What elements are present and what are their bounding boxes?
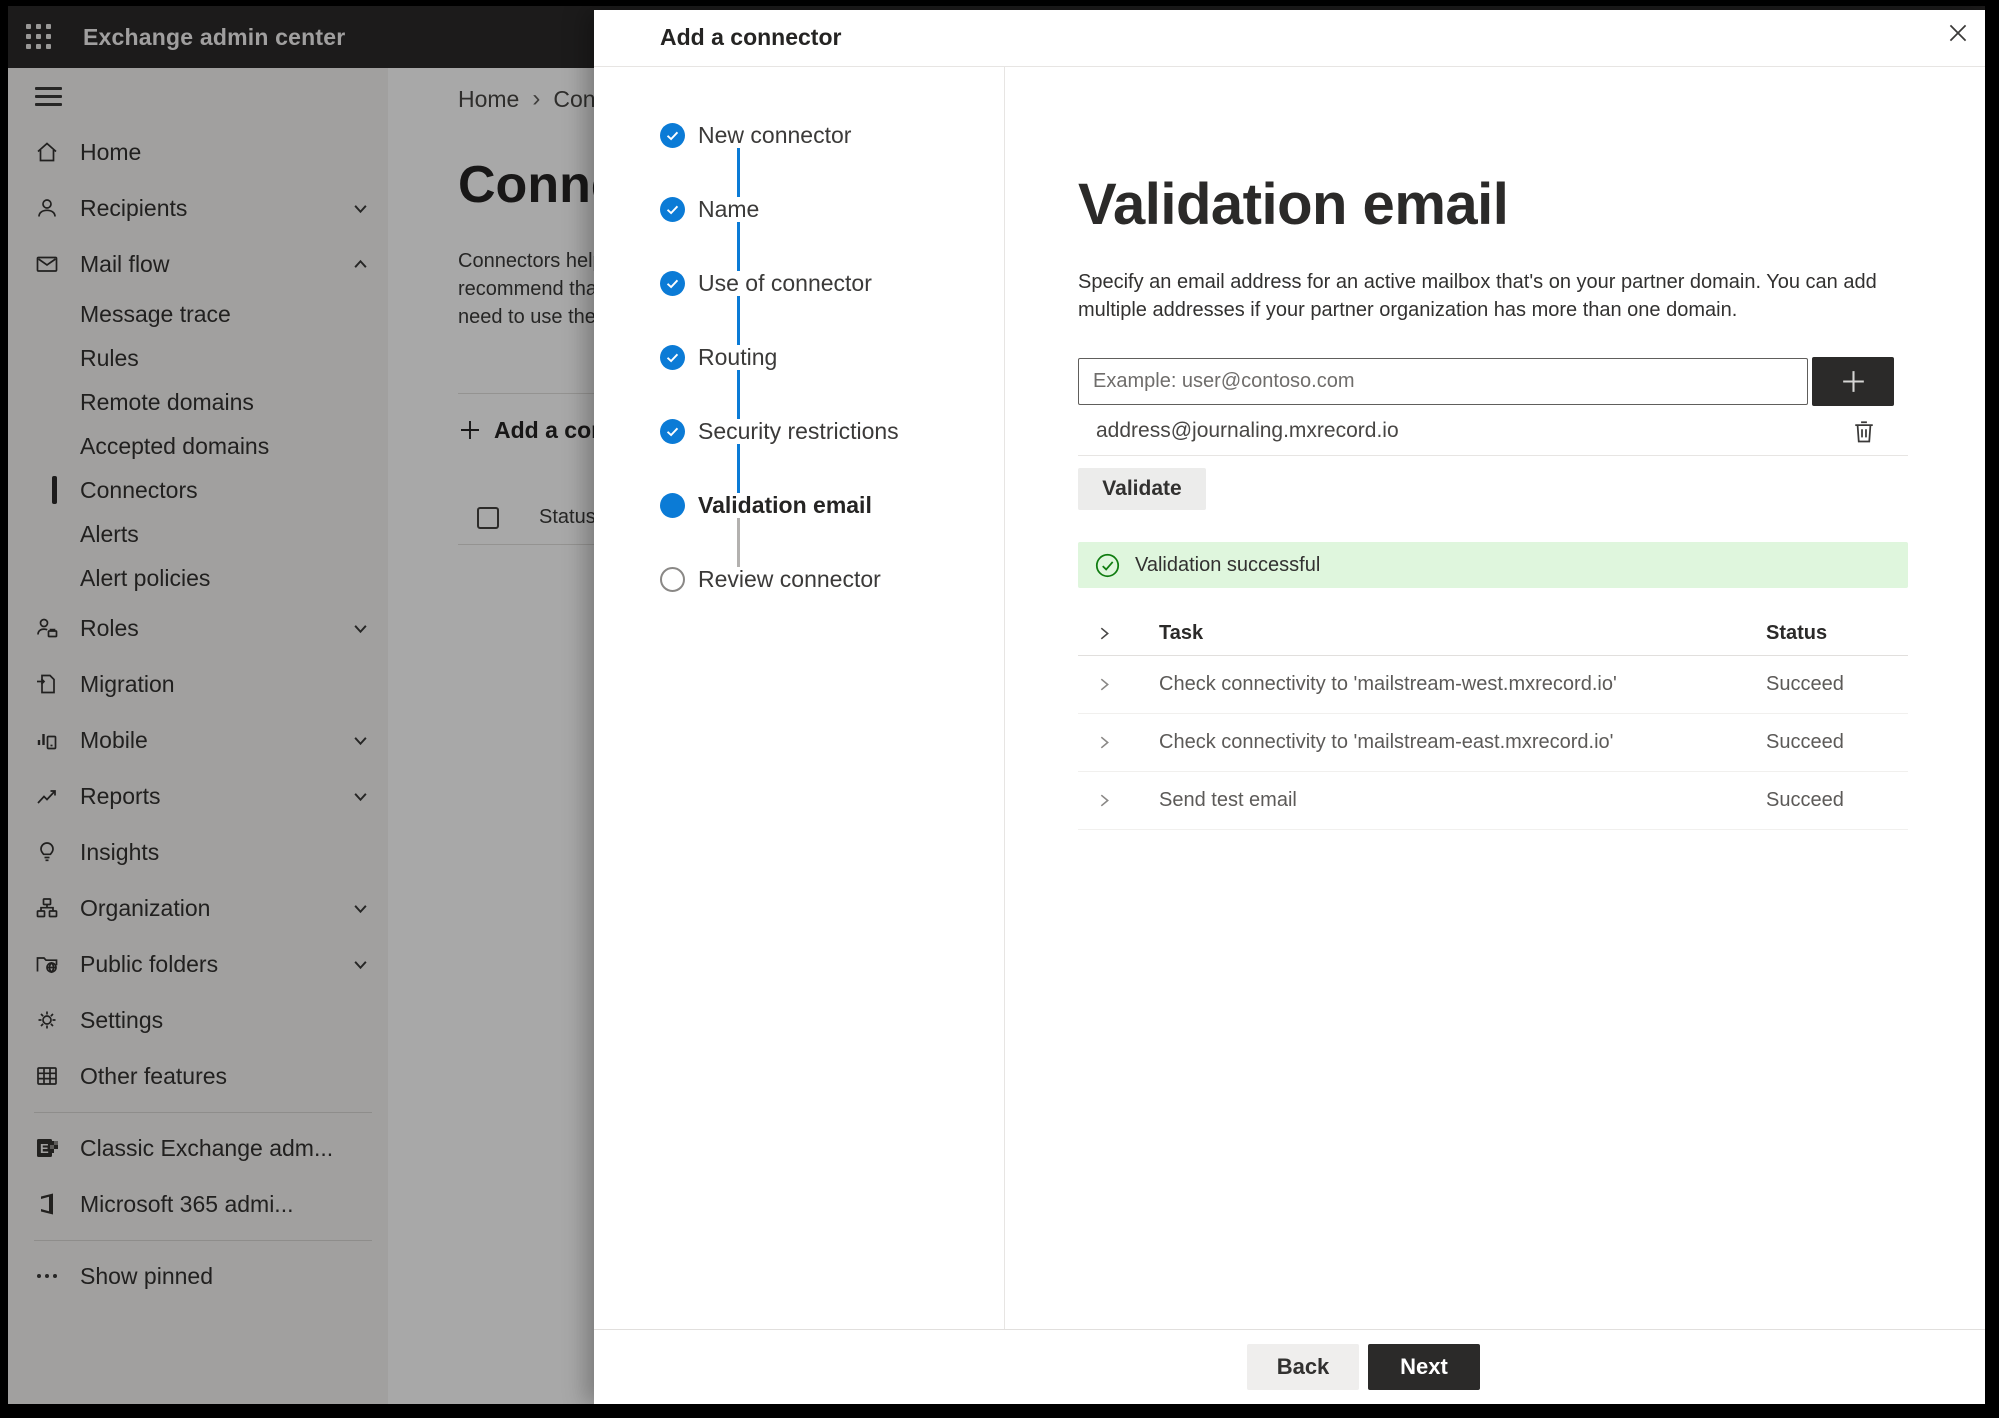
status-cell: Succeed: [1766, 673, 1844, 695]
step-connector-line: [737, 518, 740, 567]
step-todo-icon: [660, 567, 685, 592]
plus-icon: [1842, 371, 1864, 392]
step-connector-line: [737, 370, 740, 419]
status-column-header: Status: [1766, 622, 1828, 644]
address-text: address@journaling.mxrecord.io: [1096, 418, 1399, 442]
app-screen: Exchange admin center Home Recipients Ma…: [8, 6, 1985, 1404]
trash-icon: [1855, 421, 1873, 443]
back-button[interactable]: Back: [1247, 1344, 1359, 1390]
status-cell: Succeed: [1766, 731, 1844, 753]
task-cell: Check connectivity to 'mailstream-west.m…: [1159, 673, 1617, 695]
step-connector-line: [737, 296, 740, 345]
chevron-right-icon[interactable]: [1096, 676, 1113, 693]
table-row[interactable]: Check connectivity to 'mailstream-west.m…: [1078, 656, 1908, 714]
step-connector-line: [737, 148, 740, 197]
panel-title: Add a connector: [660, 24, 842, 50]
step-name[interactable]: Name: [660, 196, 1004, 222]
success-message: Validation successful: [1135, 553, 1321, 576]
step-security-restrictions[interactable]: Security restrictions: [660, 418, 1004, 444]
step-done-icon: [660, 123, 685, 148]
step-use-of-connector[interactable]: Use of connector: [660, 270, 1004, 296]
step-done-icon: [660, 271, 685, 296]
step-done-icon: [660, 419, 685, 444]
step-connector-line: [737, 222, 740, 271]
table-header-row: Task Status: [1078, 612, 1908, 656]
close-button[interactable]: [1941, 16, 1975, 50]
validation-success-banner: Validation successful: [1078, 542, 1908, 588]
step-done-icon: [660, 197, 685, 222]
step-current-icon: [660, 493, 685, 518]
task-cell: Send test email: [1159, 789, 1297, 811]
task-cell: Check connectivity to 'mailstream-east.m…: [1159, 731, 1614, 753]
step-validation-email[interactable]: Validation email: [660, 492, 1004, 518]
task-column-header: Task: [1159, 622, 1204, 644]
step-done-icon: [660, 345, 685, 370]
validate-button[interactable]: Validate: [1078, 468, 1206, 510]
step-new-connector[interactable]: New connector: [660, 122, 1004, 148]
table-row[interactable]: Check connectivity to 'mailstream-east.m…: [1078, 714, 1908, 772]
step-heading: Validation email: [1078, 172, 1509, 237]
delete-address-button[interactable]: [1850, 417, 1878, 445]
address-list-item: address@journaling.mxrecord.io: [1078, 406, 1908, 456]
next-button[interactable]: Next: [1368, 1344, 1480, 1390]
add-connector-panel: Add a connector New connector Name Use o…: [594, 10, 1985, 1404]
chevron-right-icon[interactable]: [1096, 792, 1113, 809]
status-cell: Succeed: [1766, 789, 1844, 811]
step-description: Specify an email address for an active m…: [1078, 271, 1877, 321]
chevron-right-icon[interactable]: [1096, 734, 1113, 751]
validation-tasks-table: Task Status Check connectivity to 'mails…: [1078, 612, 1908, 830]
step-routing[interactable]: Routing: [660, 344, 1004, 370]
email-input[interactable]: [1078, 358, 1808, 405]
success-check-icon: [1095, 553, 1120, 577]
panel-footer: Back Next: [594, 1329, 1985, 1404]
table-row[interactable]: Send test email Succeed: [1078, 772, 1908, 830]
add-address-button[interactable]: [1812, 357, 1894, 406]
wizard-stepper: New connector Name Use of connector Rout…: [594, 67, 1005, 1329]
panel-content: Validation email Specify an email addres…: [1005, 67, 1985, 1329]
email-input-row: [1078, 357, 1985, 406]
step-connector-line: [737, 444, 740, 493]
panel-header: Add a connector: [594, 10, 1985, 67]
step-review-connector[interactable]: Review connector: [660, 566, 1004, 592]
chevron-right-icon[interactable]: [1096, 625, 1113, 642]
close-icon: [1949, 24, 1967, 42]
